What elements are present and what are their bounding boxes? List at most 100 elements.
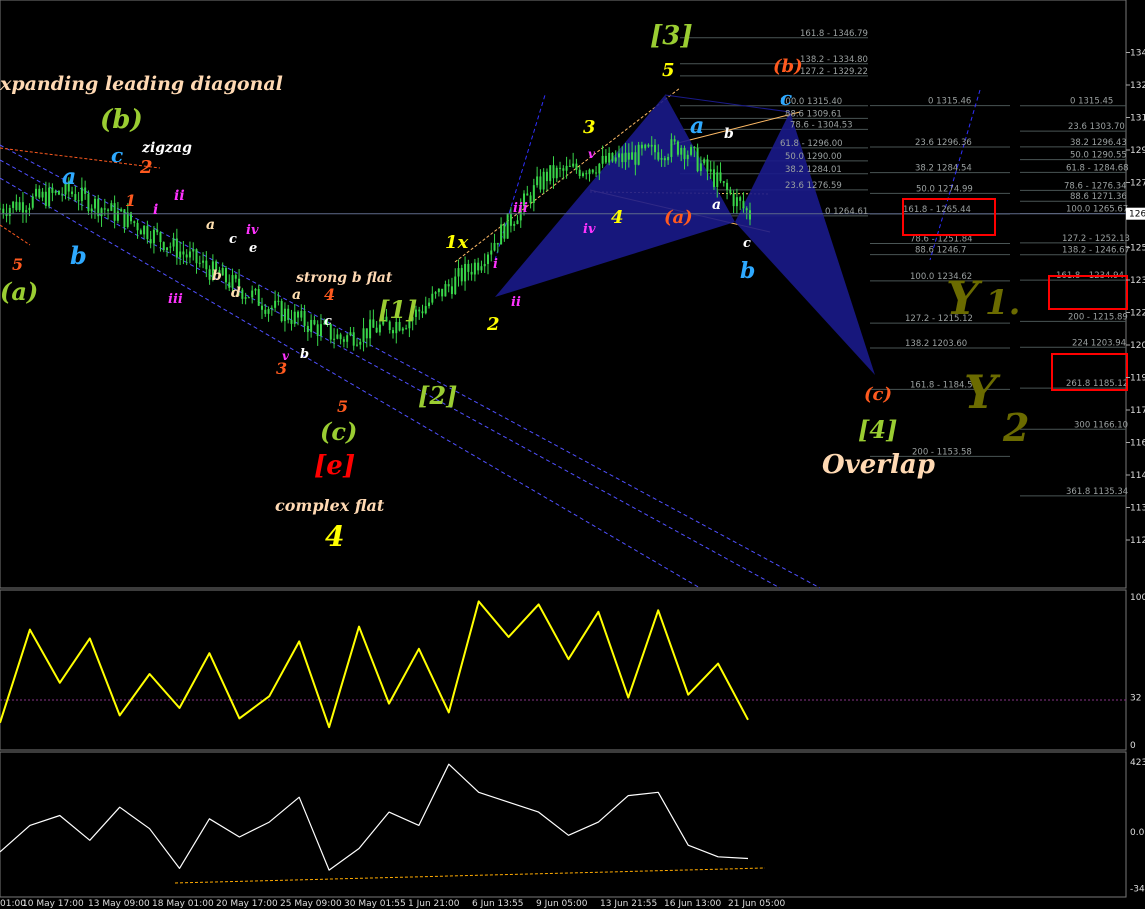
- candle-body: [657, 152, 660, 160]
- candle-body: [604, 155, 607, 163]
- candle-body: [683, 148, 686, 160]
- wave-label: b: [70, 241, 87, 270]
- candle-body: [699, 163, 702, 172]
- wave-label: 2: [1002, 405, 1029, 450]
- candle-body: [654, 144, 657, 153]
- price-axis: 134 132 131 129 127 126 125 123 122 120 119 117 116 1…: [1126, 49, 1145, 546]
- wave-label: i: [153, 202, 158, 218]
- candle-body: [712, 169, 715, 188]
- candle-body: [611, 152, 614, 162]
- candle-body: [28, 207, 31, 211]
- candle-body: [133, 221, 136, 223]
- wave-label: [e]: [314, 451, 355, 481]
- candle-body: [35, 188, 38, 197]
- candle-body: [247, 297, 250, 299]
- candle-body: [500, 224, 503, 245]
- candle-body: [575, 163, 578, 170]
- fib-level-label: 61.8 - 1284.68: [1066, 163, 1129, 173]
- fib-level-label: 23.6 1296.36: [915, 138, 972, 148]
- candle-body: [493, 242, 496, 251]
- candle-body: [8, 207, 11, 216]
- candle-body: [310, 319, 313, 332]
- candle-body: [306, 325, 309, 332]
- wave-label: 1: [125, 191, 136, 210]
- fib-level-label: 224 1203.94: [1072, 338, 1126, 348]
- time-tick-label: 16 Jun 13:00: [664, 899, 721, 909]
- fib-level-label: 0 1315.46: [928, 97, 971, 107]
- candle-body: [644, 144, 647, 149]
- candle-body: [188, 251, 191, 258]
- candle-body: [588, 169, 591, 175]
- candle-body: [261, 305, 264, 310]
- candle-body: [221, 268, 224, 276]
- wave-label: [1]: [378, 295, 417, 324]
- candle-body: [457, 268, 460, 277]
- fib-level-label: 0 1264.61: [825, 207, 868, 217]
- time-tick-label: 13 Jun 21:55: [600, 899, 657, 909]
- candle-body: [441, 288, 444, 297]
- momentum-tick-label: -342: [1130, 885, 1145, 895]
- candle-body: [631, 152, 634, 160]
- oscillator-panel: [0, 589, 1127, 751]
- wave-label: c: [324, 314, 332, 329]
- candle-body: [224, 268, 227, 283]
- candle-body: [477, 262, 480, 271]
- candle-body: [483, 263, 486, 267]
- fib-level-label: 78.6 - 1276.34: [1064, 181, 1127, 191]
- wave-label: b: [740, 258, 755, 284]
- candle-body: [624, 152, 627, 163]
- candle-body: [267, 309, 270, 314]
- candle-body: [297, 311, 300, 318]
- time-tick-label: 30 May 01:55: [344, 899, 406, 909]
- fib-level-label: 200 - 1215.89: [1068, 312, 1128, 322]
- candle-body: [149, 239, 152, 244]
- candle-body: [166, 247, 169, 251]
- time-tick-label: 20 May 17:00: [216, 899, 278, 909]
- wave-label: (c): [864, 384, 892, 405]
- candle-body: [126, 212, 129, 228]
- wave-label: 1x: [445, 232, 469, 253]
- candle-body: [336, 334, 339, 339]
- candle-body: [228, 282, 231, 288]
- time-axis: 5 May 01:0010 May 17:0013 May 09:0018 Ma…: [0, 899, 785, 909]
- candle-body: [585, 173, 588, 175]
- candle-body: [113, 203, 116, 221]
- candle-body: [670, 139, 673, 157]
- candle-body: [539, 176, 542, 190]
- fib-level-label: 50.0 1290.00: [785, 152, 842, 162]
- candle-body: [162, 242, 165, 251]
- wave-label: 5: [662, 60, 675, 81]
- wave-label: (c): [320, 417, 357, 446]
- wave-label: c: [229, 232, 237, 247]
- fib-level-label: 50.0 1290.55: [1070, 151, 1127, 161]
- candle-body: [709, 169, 712, 172]
- trading-chart[interactable]: 161.8 - 1346.79 138.2 - 1334.80 127.2 - 13…: [0, 0, 1145, 909]
- fib-level-label: 88.6 1246.7: [915, 246, 966, 256]
- fib-level-label: 300 1166.10: [1074, 420, 1128, 430]
- wave-label: i: [493, 257, 498, 272]
- candle-body: [300, 310, 303, 318]
- candle-body: [637, 144, 640, 165]
- price-tick-label: 119: [1130, 374, 1145, 384]
- candle-body: [375, 327, 378, 333]
- candle-body: [437, 288, 440, 293]
- candle-body: [251, 290, 254, 298]
- price-tick-label: 132: [1130, 81, 1145, 91]
- wave-label: Overlap: [822, 450, 935, 480]
- candle-body: [61, 194, 64, 196]
- candle-body: [25, 210, 28, 213]
- candle-body: [241, 289, 244, 299]
- candle-body: [686, 154, 689, 160]
- candle-body: [562, 168, 565, 171]
- candle-body: [568, 165, 571, 167]
- fib-level-label: 127.2 - 1252.13: [1062, 234, 1130, 244]
- candle-body: [545, 171, 548, 182]
- candle-body: [447, 284, 450, 287]
- fib-level-label: 38.2 1284.01: [785, 165, 842, 175]
- candle-body: [18, 202, 21, 211]
- candle-body: [172, 238, 175, 247]
- candle-body: [660, 158, 663, 160]
- time-tick-label: 25 May 09:00: [280, 899, 342, 909]
- candle-body: [257, 289, 260, 306]
- candle-body: [90, 208, 93, 212]
